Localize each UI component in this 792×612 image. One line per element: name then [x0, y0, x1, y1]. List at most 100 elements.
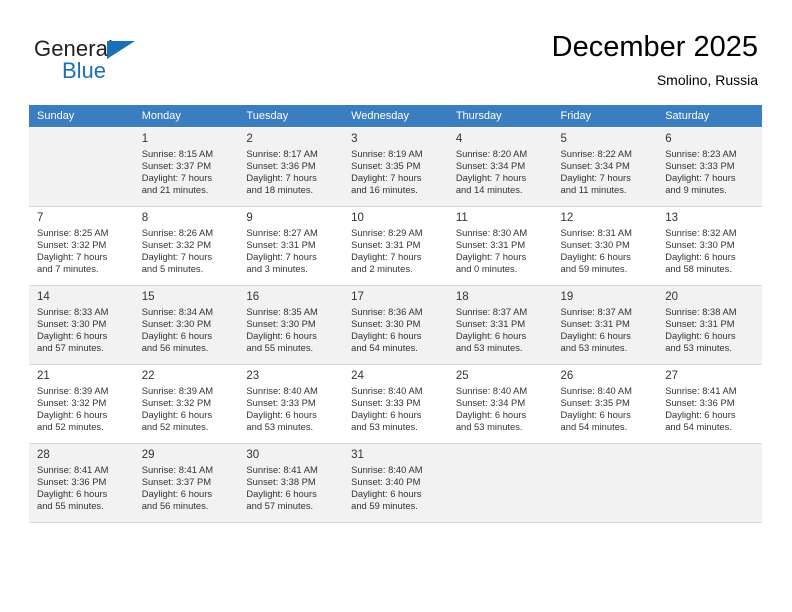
calendar-day-cell[interactable]: 28 Sunrise: 8:41 AM Sunset: 3:36 PM Dayli…: [29, 443, 134, 523]
day-cell-content: 9 Sunrise: 8:27 AM Sunset: 3:31 PM Daylig…: [238, 207, 343, 277]
day-sun-info: Sunrise: 8:39 AM Sunset: 3:32 PM Dayligh…: [37, 385, 109, 433]
day-number: 4: [455, 133, 463, 145]
day-sun-info: Sunrise: 8:38 AM Sunset: 3:31 PM Dayligh…: [665, 306, 737, 354]
day-number: 22: [141, 370, 155, 382]
calendar-day-cell-empty: [552, 443, 658, 523]
calendar-page: General Blue December 2025 Smolino, Russ…: [0, 0, 792, 612]
calendar-day-cell[interactable]: 10 Sunrise: 8:29 AM Sunset: 3:31 PM Dayli…: [343, 206, 448, 286]
calendar-day-cell[interactable]: 15 Sunrise: 8:34 AM Sunset: 3:30 PM Dayli…: [133, 285, 239, 365]
calendar-day-cell[interactable]: 26 Sunrise: 8:40 AM Sunset: 3:35 PM Dayli…: [552, 364, 658, 444]
day-sun-info: Sunrise: 8:39 AM Sunset: 3:32 PM Dayligh…: [141, 385, 214, 433]
calendar-day-cell[interactable]: 1 Sunrise: 8:15 AM Sunset: 3:37 PM Daylig…: [133, 127, 239, 207]
calendar-day-cell[interactable]: 17 Sunrise: 8:36 AM Sunset: 3:30 PM Dayli…: [343, 285, 448, 365]
calendar-day-cell[interactable]: 4 Sunrise: 8:20 AM Sunset: 3:34 PM Daylig…: [447, 127, 553, 207]
calendar-day-cell[interactable]: 21 Sunrise: 8:39 AM Sunset: 3:32 PM Dayli…: [29, 364, 134, 444]
calendar-day-cell[interactable]: 24 Sunrise: 8:40 AM Sunset: 3:33 PM Dayli…: [343, 364, 448, 444]
calendar-day-cell[interactable]: 14 Sunrise: 8:33 AM Sunset: 3:30 PM Dayli…: [29, 285, 134, 365]
calendar-day-cell[interactable]: 16 Sunrise: 8:35 AM Sunset: 3:30 PM Dayli…: [238, 285, 344, 365]
day-number: 16: [246, 291, 260, 303]
day-sun-info: Sunrise: 8:30 AM Sunset: 3:31 PM Dayligh…: [455, 227, 528, 275]
logo-triangle-icon: [107, 41, 135, 59]
day-number: 20: [665, 291, 679, 303]
day-cell-content: 6 Sunrise: 8:23 AM Sunset: 3:33 PM Daylig…: [657, 128, 762, 198]
calendar-day-cell[interactable]: 27 Sunrise: 8:41 AM Sunset: 3:36 PM Dayli…: [657, 364, 762, 444]
day-cell-content: [448, 444, 553, 514]
page-title: December 2025: [551, 31, 758, 63]
day-sun-info: Sunrise: 8:20 AM Sunset: 3:34 PM Dayligh…: [455, 148, 528, 196]
calendar-day-cell[interactable]: 13 Sunrise: 8:32 AM Sunset: 3:30 PM Dayli…: [657, 206, 762, 286]
day-cell-content: 8 Sunrise: 8:26 AM Sunset: 3:32 PM Daylig…: [134, 207, 239, 277]
day-cell-content: 11 Sunrise: 8:30 AM Sunset: 3:31 PM Dayli…: [448, 207, 553, 277]
calendar-day-cell[interactable]: 31 Sunrise: 8:40 AM Sunset: 3:40 PM Dayli…: [343, 443, 448, 523]
weekday-header-saturday: Saturday: [657, 105, 762, 128]
day-sun-info: Sunrise: 8:41 AM Sunset: 3:36 PM Dayligh…: [665, 385, 737, 433]
day-cell-content: 21 Sunrise: 8:39 AM Sunset: 3:32 PM Dayli…: [29, 365, 134, 435]
day-number: 26: [560, 370, 574, 382]
day-number: 24: [351, 370, 364, 382]
calendar-day-cell[interactable]: 20 Sunrise: 8:38 AM Sunset: 3:31 PM Dayli…: [657, 285, 762, 365]
day-cell-content: 29 Sunrise: 8:41 AM Sunset: 3:37 PM Dayli…: [134, 444, 239, 514]
calendar-day-cell-empty: [29, 127, 134, 207]
calendar-day-cell[interactable]: 19 Sunrise: 8:37 AM Sunset: 3:31 PM Dayli…: [552, 285, 658, 365]
day-number: 11: [455, 212, 468, 224]
calendar-day-cell[interactable]: 8 Sunrise: 8:26 AM Sunset: 3:32 PM Daylig…: [133, 206, 239, 286]
page-subtitle: Smolino, Russia: [656, 72, 758, 88]
weekday-header-wednesday: Wednesday: [343, 105, 448, 128]
weekday-header-monday: Monday: [133, 105, 239, 128]
day-cell-content: 10 Sunrise: 8:29 AM Sunset: 3:31 PM Dayli…: [343, 207, 448, 277]
day-number: 8: [141, 212, 149, 224]
day-number: 27: [665, 370, 679, 382]
day-cell-content: 25 Sunrise: 8:40 AM Sunset: 3:34 PM Dayli…: [448, 365, 553, 435]
calendar-day-cell[interactable]: 7 Sunrise: 8:25 AM Sunset: 3:32 PM Daylig…: [29, 206, 134, 286]
day-sun-info: Sunrise: 8:36 AM Sunset: 3:30 PM Dayligh…: [351, 306, 423, 354]
day-cell-content: 13 Sunrise: 8:32 AM Sunset: 3:30 PM Dayli…: [657, 207, 762, 277]
calendar-day-cell[interactable]: 30 Sunrise: 8:41 AM Sunset: 3:38 PM Dayli…: [238, 443, 344, 523]
day-sun-info: Sunrise: 8:15 AM Sunset: 3:37 PM Dayligh…: [141, 148, 214, 196]
day-cell-content: 31 Sunrise: 8:40 AM Sunset: 3:40 PM Dayli…: [343, 444, 448, 514]
day-number: 30: [246, 449, 260, 461]
day-cell-content: 27 Sunrise: 8:41 AM Sunset: 3:36 PM Dayli…: [657, 365, 762, 435]
day-cell-content: 20 Sunrise: 8:38 AM Sunset: 3:31 PM Dayli…: [657, 286, 762, 356]
day-number: 5: [560, 133, 567, 145]
day-cell-content: 3 Sunrise: 8:19 AM Sunset: 3:35 PM Daylig…: [343, 128, 448, 198]
day-cell-content: 5 Sunrise: 8:22 AM Sunset: 3:34 PM Daylig…: [553, 128, 658, 198]
day-number: 18: [455, 291, 469, 303]
weekday-header-sunday: Sunday: [29, 105, 134, 128]
day-sun-info: Sunrise: 8:40 AM Sunset: 3:33 PM Dayligh…: [351, 385, 423, 433]
day-sun-info: Sunrise: 8:26 AM Sunset: 3:32 PM Dayligh…: [141, 227, 214, 275]
calendar-day-cell[interactable]: 5 Sunrise: 8:22 AM Sunset: 3:34 PM Daylig…: [552, 127, 658, 207]
calendar-day-cell[interactable]: 9 Sunrise: 8:27 AM Sunset: 3:31 PM Daylig…: [238, 206, 344, 286]
day-number: 9: [246, 212, 253, 224]
weekday-header-thursday: Thursday: [447, 105, 553, 128]
day-cell-content: 16 Sunrise: 8:35 AM Sunset: 3:30 PM Dayli…: [238, 286, 343, 356]
day-sun-info: Sunrise: 8:17 AM Sunset: 3:36 PM Dayligh…: [246, 148, 318, 196]
calendar-day-cell[interactable]: 18 Sunrise: 8:37 AM Sunset: 3:31 PM Dayli…: [447, 285, 553, 365]
day-cell-content: [657, 444, 762, 514]
calendar-day-cell[interactable]: 12 Sunrise: 8:31 AM Sunset: 3:30 PM Dayli…: [552, 206, 658, 286]
day-cell-content: [553, 444, 658, 514]
day-sun-info: Sunrise: 8:27 AM Sunset: 3:31 PM Dayligh…: [246, 227, 318, 275]
day-cell-content: 12 Sunrise: 8:31 AM Sunset: 3:30 PM Dayli…: [553, 207, 658, 277]
day-sun-info: Sunrise: 8:33 AM Sunset: 3:30 PM Dayligh…: [37, 306, 109, 354]
calendar-day-cell[interactable]: 3 Sunrise: 8:19 AM Sunset: 3:35 PM Daylig…: [343, 127, 448, 207]
day-cell-content: 18 Sunrise: 8:37 AM Sunset: 3:31 PM Dayli…: [448, 286, 553, 356]
calendar-day-cell[interactable]: 22 Sunrise: 8:39 AM Sunset: 3:32 PM Dayli…: [133, 364, 239, 444]
day-sun-info: Sunrise: 8:35 AM Sunset: 3:30 PM Dayligh…: [246, 306, 318, 354]
day-sun-info: Sunrise: 8:40 AM Sunset: 3:33 PM Dayligh…: [246, 385, 318, 433]
general-blue-logo[interactable]: General Blue: [34, 36, 214, 86]
calendar-day-cell[interactable]: 6 Sunrise: 8:23 AM Sunset: 3:33 PM Daylig…: [657, 127, 762, 207]
calendar-week-row: 21 Sunrise: 8:39 AM Sunset: 3:32 PM Dayli…: [29, 364, 762, 444]
calendar-day-cell[interactable]: 23 Sunrise: 8:40 AM Sunset: 3:33 PM Dayli…: [238, 364, 344, 444]
calendar-week-row: 7 Sunrise: 8:25 AM Sunset: 3:32 PM Daylig…: [29, 206, 762, 286]
day-sun-info: Sunrise: 8:31 AM Sunset: 3:30 PM Dayligh…: [560, 227, 632, 275]
calendar-day-cell[interactable]: 25 Sunrise: 8:40 AM Sunset: 3:34 PM Dayli…: [447, 364, 553, 444]
day-cell-content: 28 Sunrise: 8:41 AM Sunset: 3:36 PM Dayli…: [29, 444, 134, 514]
day-sun-info: Sunrise: 8:41 AM Sunset: 3:37 PM Dayligh…: [141, 464, 214, 512]
calendar-day-cell[interactable]: 11 Sunrise: 8:30 AM Sunset: 3:31 PM Dayli…: [447, 206, 553, 286]
calendar-day-cell[interactable]: 2 Sunrise: 8:17 AM Sunset: 3:36 PM Daylig…: [238, 127, 344, 207]
title-block: December 2025 Smolino, Russia: [552, 30, 758, 89]
day-sun-info: Sunrise: 8:19 AM Sunset: 3:35 PM Dayligh…: [351, 148, 423, 196]
calendar-day-cell-empty: [447, 443, 553, 523]
calendar-day-cell[interactable]: 29 Sunrise: 8:41 AM Sunset: 3:37 PM Dayli…: [133, 443, 239, 523]
weekday-header-row: Sunday Monday Tuesday Wednesday Thursday Frid…: [29, 105, 762, 128]
